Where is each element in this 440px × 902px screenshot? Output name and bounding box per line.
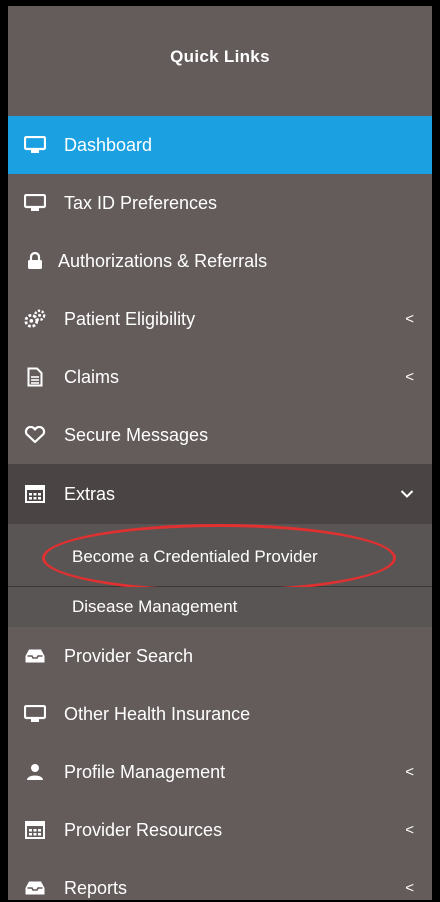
chevron-down-icon — [400, 490, 414, 499]
menu-item-label: Provider Resources — [64, 819, 223, 840]
menu-item-label: Reports — [64, 877, 128, 898]
menu-item-provider-resources[interactable]: Provider Resources < — [8, 801, 432, 859]
document-icon — [24, 366, 46, 388]
monitor-icon — [24, 703, 46, 725]
chevron-left-icon: < — [405, 879, 414, 897]
heart-icon — [24, 424, 46, 446]
chevron-left-icon: < — [405, 368, 414, 386]
menu-item-label: Secure Messages — [64, 424, 209, 445]
menu-item-secure-messages[interactable]: Secure Messages — [8, 406, 432, 464]
submenu-item-disease-management[interactable]: Disease Management — [8, 587, 432, 627]
menu-item-label: Other Health Insurance — [64, 703, 251, 724]
menu-item-profile-management[interactable]: Profile Management < — [8, 743, 432, 801]
menu-item-label: Provider Search — [64, 645, 194, 666]
menu-item-provider-search[interactable]: Provider Search — [8, 627, 432, 685]
menu-item-label: Authorizations & Referrals — [58, 250, 268, 271]
menu-item-authorizations-referrals[interactable]: Authorizations & Referrals — [8, 232, 432, 290]
menu-item-label: Extras — [64, 483, 116, 504]
lock-icon — [24, 250, 46, 272]
quick-links-panel: Quick Links Dashboard Tax ID Preferences… — [8, 6, 432, 900]
menu-item-label: Profile Management — [64, 761, 226, 782]
menu-item-patient-eligibility[interactable]: Patient Eligibility < — [8, 290, 432, 348]
submenu-item-label: Become a Credentialed Provider — [72, 546, 318, 566]
menu-item-label: Patient Eligibility — [64, 308, 196, 329]
inbox-icon — [24, 877, 46, 899]
menu-item-dashboard[interactable]: Dashboard — [8, 116, 432, 174]
menu-item-reports[interactable]: Reports < — [8, 859, 432, 900]
menu-item-claims[interactable]: Claims < — [8, 348, 432, 406]
chevron-left-icon: < — [405, 310, 414, 328]
panel-title: Quick Links — [8, 6, 432, 112]
menu-item-label: Claims — [64, 366, 120, 387]
inbox-icon — [24, 645, 46, 667]
calculator-icon — [24, 483, 46, 505]
submenu-item-become-credentialed-provider[interactable]: Become a Credentialed Provider — [8, 524, 432, 592]
menu-item-other-health-insurance[interactable]: Other Health Insurance — [8, 685, 432, 743]
monitor-icon — [24, 134, 46, 156]
menu-item-extras[interactable]: Extras — [8, 464, 432, 524]
calculator-icon — [24, 819, 46, 841]
user-icon — [24, 761, 46, 783]
menu-item-tax-id-preferences[interactable]: Tax ID Preferences — [8, 174, 432, 232]
monitor-icon — [24, 192, 46, 214]
chevron-left-icon: < — [405, 763, 414, 781]
chevron-left-icon: < — [405, 821, 414, 839]
menu-item-label: Dashboard — [64, 134, 153, 155]
submenu-item-label: Disease Management — [72, 597, 238, 616]
gears-icon — [24, 308, 46, 330]
menu-item-label: Tax ID Preferences — [64, 192, 218, 213]
